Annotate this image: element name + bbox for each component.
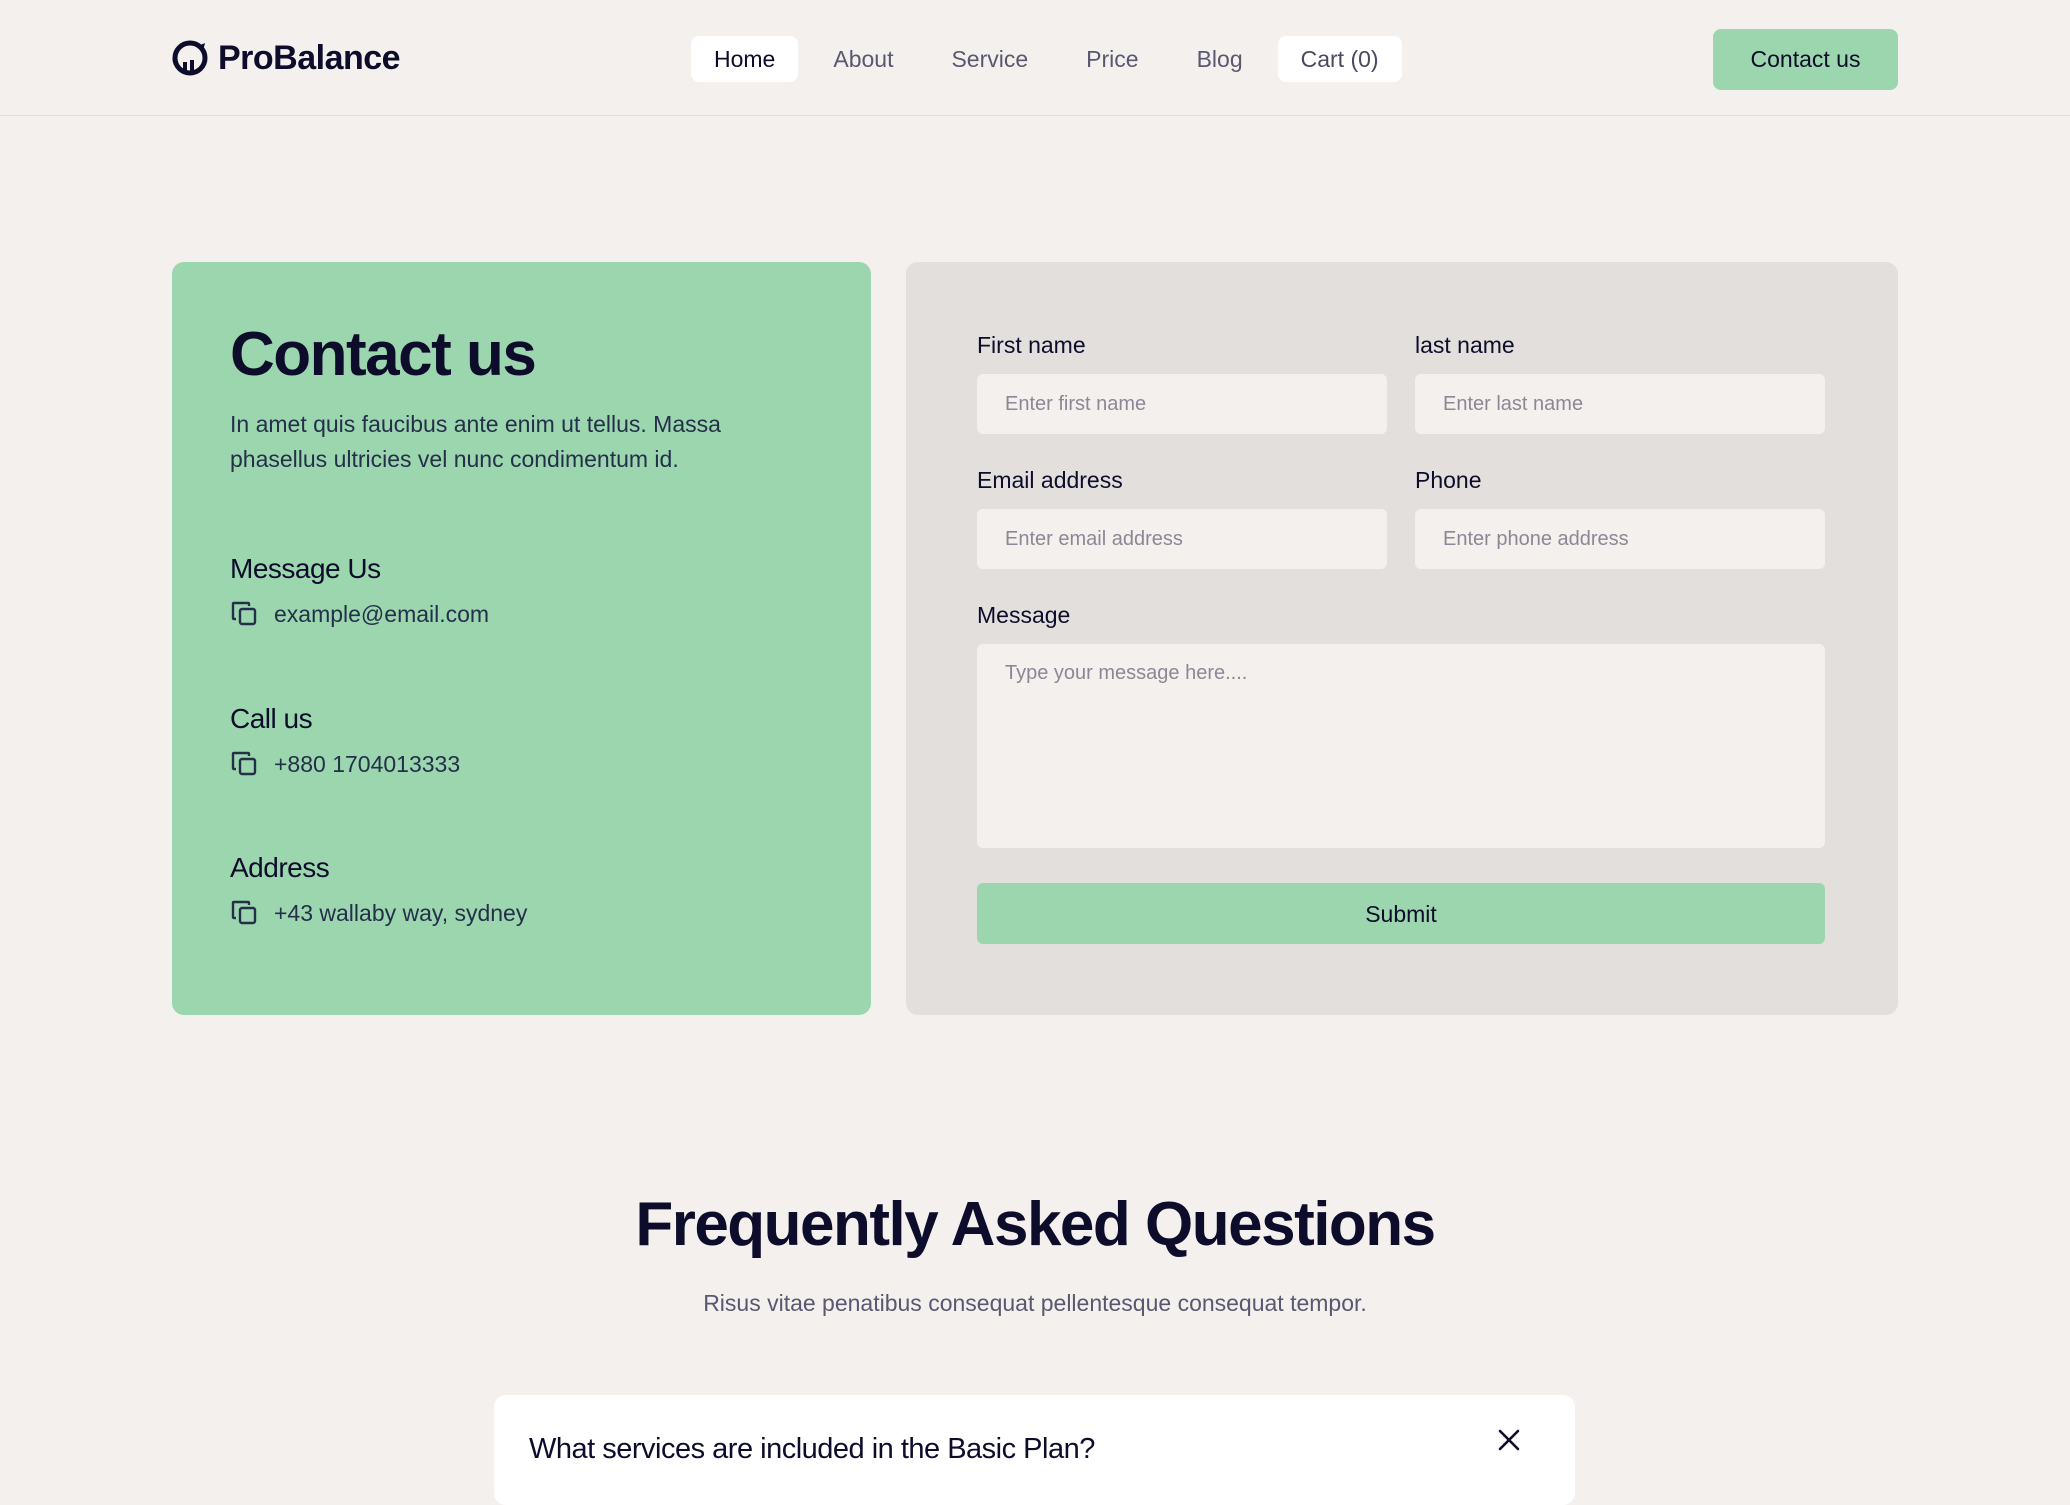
faq-subtitle: Risus vitae penatibus consequat pellente… [703, 1290, 1367, 1316]
message-us-block: Message Us example@email.com [230, 553, 489, 629]
first-name-input[interactable] [977, 374, 1387, 434]
last-name-input[interactable] [1415, 374, 1825, 434]
brand-name: ProBalance [218, 38, 401, 77]
phone-label: Phone [1415, 467, 1482, 493]
message-label: Message [977, 602, 1071, 628]
copy-icon[interactable] [230, 749, 260, 779]
faq-title: Frequently Asked Questions [635, 1190, 1436, 1259]
faq-item[interactable]: What services are included in the Basic … [494, 1395, 1575, 1505]
copy-icon[interactable] [230, 898, 260, 928]
contact-info-card: Contact us In amet quis faucibus ante en… [172, 262, 871, 1015]
email-label: Email address [977, 467, 1123, 493]
nav-item-price[interactable]: Price [1063, 36, 1161, 82]
phone-row[interactable]: +880 1704013333 [230, 749, 460, 779]
nav-item-service[interactable]: Service [928, 36, 1051, 82]
nav-item-home[interactable]: Home [691, 36, 799, 82]
call-us-block: Call us +880 1704013333 [230, 703, 460, 779]
close-icon[interactable] [1494, 1425, 1524, 1455]
submit-button[interactable]: Submit [977, 883, 1825, 944]
faq-question: What services are included in the Basic … [529, 1433, 1095, 1465]
phone-value: +880 1704013333 [274, 750, 461, 777]
logo[interactable]: ProBalance [172, 38, 401, 78]
email-input[interactable] [977, 509, 1387, 569]
contact-form: First name last name Email address Phone… [906, 262, 1898, 1015]
header-contact-button[interactable]: Contact us [1713, 29, 1898, 90]
nav-item-cart[interactable]: Cart (0) [1277, 36, 1402, 82]
last-name-label: last name [1415, 332, 1515, 358]
copy-icon[interactable] [230, 599, 260, 629]
contact-title: Contact us [230, 320, 537, 389]
phone-input[interactable] [1415, 509, 1825, 569]
address-title: Address [230, 852, 330, 883]
contact-description: In amet quis faucibus ante enim ut tellu… [230, 411, 721, 472]
message-textarea[interactable] [977, 644, 1825, 848]
address-value: +43 wallaby way, sydney [274, 899, 528, 926]
email-row[interactable]: example@email.com [230, 599, 489, 629]
nav-item-about[interactable]: About [810, 36, 916, 82]
half-circle-chart-icon [172, 40, 208, 76]
call-us-title: Call us [230, 703, 313, 734]
address-block: Address +43 wallaby way, sydney [230, 852, 527, 928]
email-value: example@email.com [274, 600, 490, 627]
nav-item-blog[interactable]: Blog [1174, 36, 1266, 82]
first-name-label: First name [977, 332, 1086, 358]
site-header: ProBalance Home About Service Price Blog… [0, 0, 2070, 116]
address-row[interactable]: +43 wallaby way, sydney [230, 898, 527, 928]
main-nav: Home About Service Price Blog Cart (0) [691, 36, 1414, 82]
message-us-title: Message Us [230, 553, 381, 584]
